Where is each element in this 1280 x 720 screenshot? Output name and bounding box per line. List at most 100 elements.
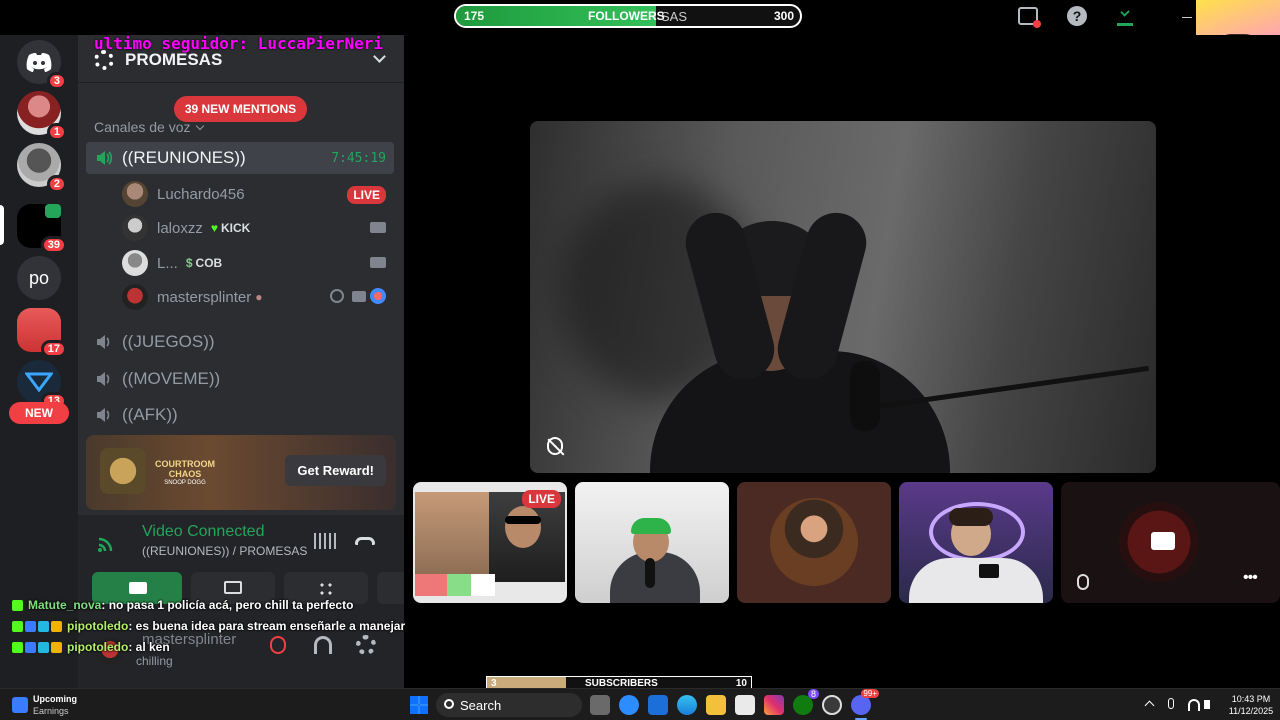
disconnect-icon[interactable] <box>355 537 375 545</box>
unread-badge: 17 <box>40 340 67 358</box>
voice-user[interactable]: L... $ COB <box>122 248 388 278</box>
follower-goal: 300 <box>773 9 794 23</box>
taskbar-search[interactable]: Search <box>436 693 582 717</box>
signal-icon <box>98 537 113 552</box>
settings-gear-icon[interactable] <box>356 635 376 655</box>
promo-banner[interactable]: COURTROOM CHAOS SNOOP DOGG Get Reward! <box>86 435 396 510</box>
headphones-icon[interactable] <box>314 636 332 654</box>
promo-subtitle: SNOOP DOGG <box>164 480 206 486</box>
selected-server-pill <box>0 205 4 245</box>
channel-name: ((JUEGOS)) <box>122 332 215 351</box>
speaker-icon <box>97 151 113 165</box>
chat-message: pipotoledo : es buena idea para stream e… <box>12 616 405 636</box>
category-header[interactable]: Canales de voz <box>94 119 204 135</box>
microphone-tray-icon[interactable] <box>1168 698 1174 709</box>
screen-left <box>415 492 489 582</box>
xbox-icon[interactable]: 8 <box>793 689 819 715</box>
folder-icon[interactable] <box>706 695 726 715</box>
voice-channel-moveme[interactable]: ((MOVEME)) <box>86 363 394 395</box>
inbox-icon[interactable] <box>1018 7 1041 28</box>
video-tile-2[interactable] <box>575 482 729 603</box>
screenshare-icon <box>224 581 242 594</box>
voice-channel-juegos[interactable]: ((JUEGOS)) <box>86 326 394 358</box>
mic-muted-icon <box>1077 574 1089 590</box>
instagram-icon[interactable] <box>764 695 784 715</box>
store-icon[interactable] <box>735 695 755 715</box>
voice-status[interactable]: Video Connected <box>142 523 264 541</box>
tray-chevron-icon[interactable] <box>1144 700 1155 711</box>
person-hair <box>949 508 993 526</box>
server-icon-5[interactable]: 13 <box>17 360 67 410</box>
camera-icon <box>129 582 147 594</box>
voice-channel-afk[interactable]: ((AFK)) <box>86 399 394 431</box>
start-icon[interactable] <box>410 696 428 714</box>
zoom-icon[interactable] <box>619 695 639 715</box>
camera-icon <box>370 257 386 268</box>
rat-icon: ● <box>255 290 263 304</box>
obs-icon[interactable] <box>822 695 842 715</box>
chat-text: : es buena idea para stream enseñarle a … <box>128 619 406 633</box>
username: laloxzz <box>157 219 203 237</box>
channel-sidebar: PROMESAS 39 NEW MENTIONS Canales de voz … <box>78 35 404 688</box>
server-icon-po[interactable]: po <box>17 256 61 300</box>
new-unreads-pill[interactable]: NEW <box>9 402 69 424</box>
unread-badge: 1 <box>46 123 67 141</box>
clan-tag: ♥ KICK <box>210 221 251 235</box>
channel-name: ((MOVEME)) <box>122 369 221 388</box>
mail-icon[interactable] <box>648 695 668 715</box>
follower-current: 175 <box>464 9 485 23</box>
kick-icon <box>12 599 23 611</box>
help-icon[interactable]: ? <box>1067 6 1087 26</box>
widgets-icon[interactable] <box>12 697 28 713</box>
username: mastersplinter <box>157 288 252 306</box>
soundboard-button[interactable] <box>377 572 404 604</box>
notification-badge: 8 <box>807 689 819 699</box>
video-tile-5[interactable]: ••• <box>1061 482 1280 603</box>
clock-date[interactable]: 11/12/2025 <box>1226 706 1276 716</box>
chat-user: Matute_nova <box>28 598 102 612</box>
minimize-icon[interactable] <box>1182 17 1192 18</box>
voice-user[interactable]: laloxzz ♥ KICK <box>122 213 388 243</box>
chat-message: Matute_nova : no pasa 1 policía acá, per… <box>12 595 353 615</box>
avatar <box>122 181 148 207</box>
avatar <box>770 498 858 586</box>
mic-muted-icon <box>547 437 565 456</box>
video-tile-4[interactable] <box>899 482 1053 603</box>
server-icon-3[interactable]: 39 <box>17 204 67 254</box>
more-options-icon[interactable]: ••• <box>1243 570 1261 591</box>
ghost-text: SAS <box>661 9 688 24</box>
search-label: Search <box>460 698 502 713</box>
voice-channel-reuniones[interactable]: ((REUNIONES)) 7:45:19 <box>86 142 394 174</box>
widget-title[interactable]: Upcoming <box>33 694 77 704</box>
voice-user[interactable]: mastersplinter ● <box>122 282 388 312</box>
crown-icon <box>51 641 62 653</box>
discord-icon[interactable]: 99+ <box>851 689 879 715</box>
wifi-icon[interactable] <box>1188 699 1200 711</box>
task-view-icon[interactable] <box>590 695 610 715</box>
server-icon-1[interactable]: 1 <box>17 91 67 141</box>
server-icon-discord[interactable]: 3 <box>17 40 67 90</box>
avatar <box>122 215 148 241</box>
voice-location[interactable]: ((REUNIONES)) / PROMESAS <box>142 544 307 558</box>
mute-icon[interactable] <box>270 636 286 654</box>
voice-user[interactable]: Luchardo456 LIVE <box>122 179 388 209</box>
follower-label: FOLLOWERS <box>588 9 665 23</box>
noise-suppression-icon[interactable] <box>314 533 336 549</box>
video-tile-3[interactable] <box>737 482 891 603</box>
main-video-tile[interactable] <box>530 121 1156 473</box>
volume-icon[interactable] <box>1204 700 1210 709</box>
video-tile-stream[interactable]: LIVE <box>413 482 567 603</box>
color-strip <box>415 574 495 596</box>
get-reward-button[interactable]: Get Reward! <box>285 455 386 486</box>
edge-icon[interactable] <box>677 695 697 715</box>
game-icon <box>100 448 146 494</box>
cash-icon: $ <box>185 256 193 270</box>
speaker-icon <box>97 408 110 422</box>
clock-time[interactable]: 10:43 PM <box>1226 694 1276 704</box>
video-icon <box>45 204 61 218</box>
server-icon-2[interactable]: 2 <box>17 143 67 193</box>
unread-badge: 2 <box>46 175 67 193</box>
chat-badges <box>12 599 23 611</box>
server-icon-4[interactable]: 17 <box>17 308 67 358</box>
download-icon[interactable] <box>1117 6 1133 26</box>
